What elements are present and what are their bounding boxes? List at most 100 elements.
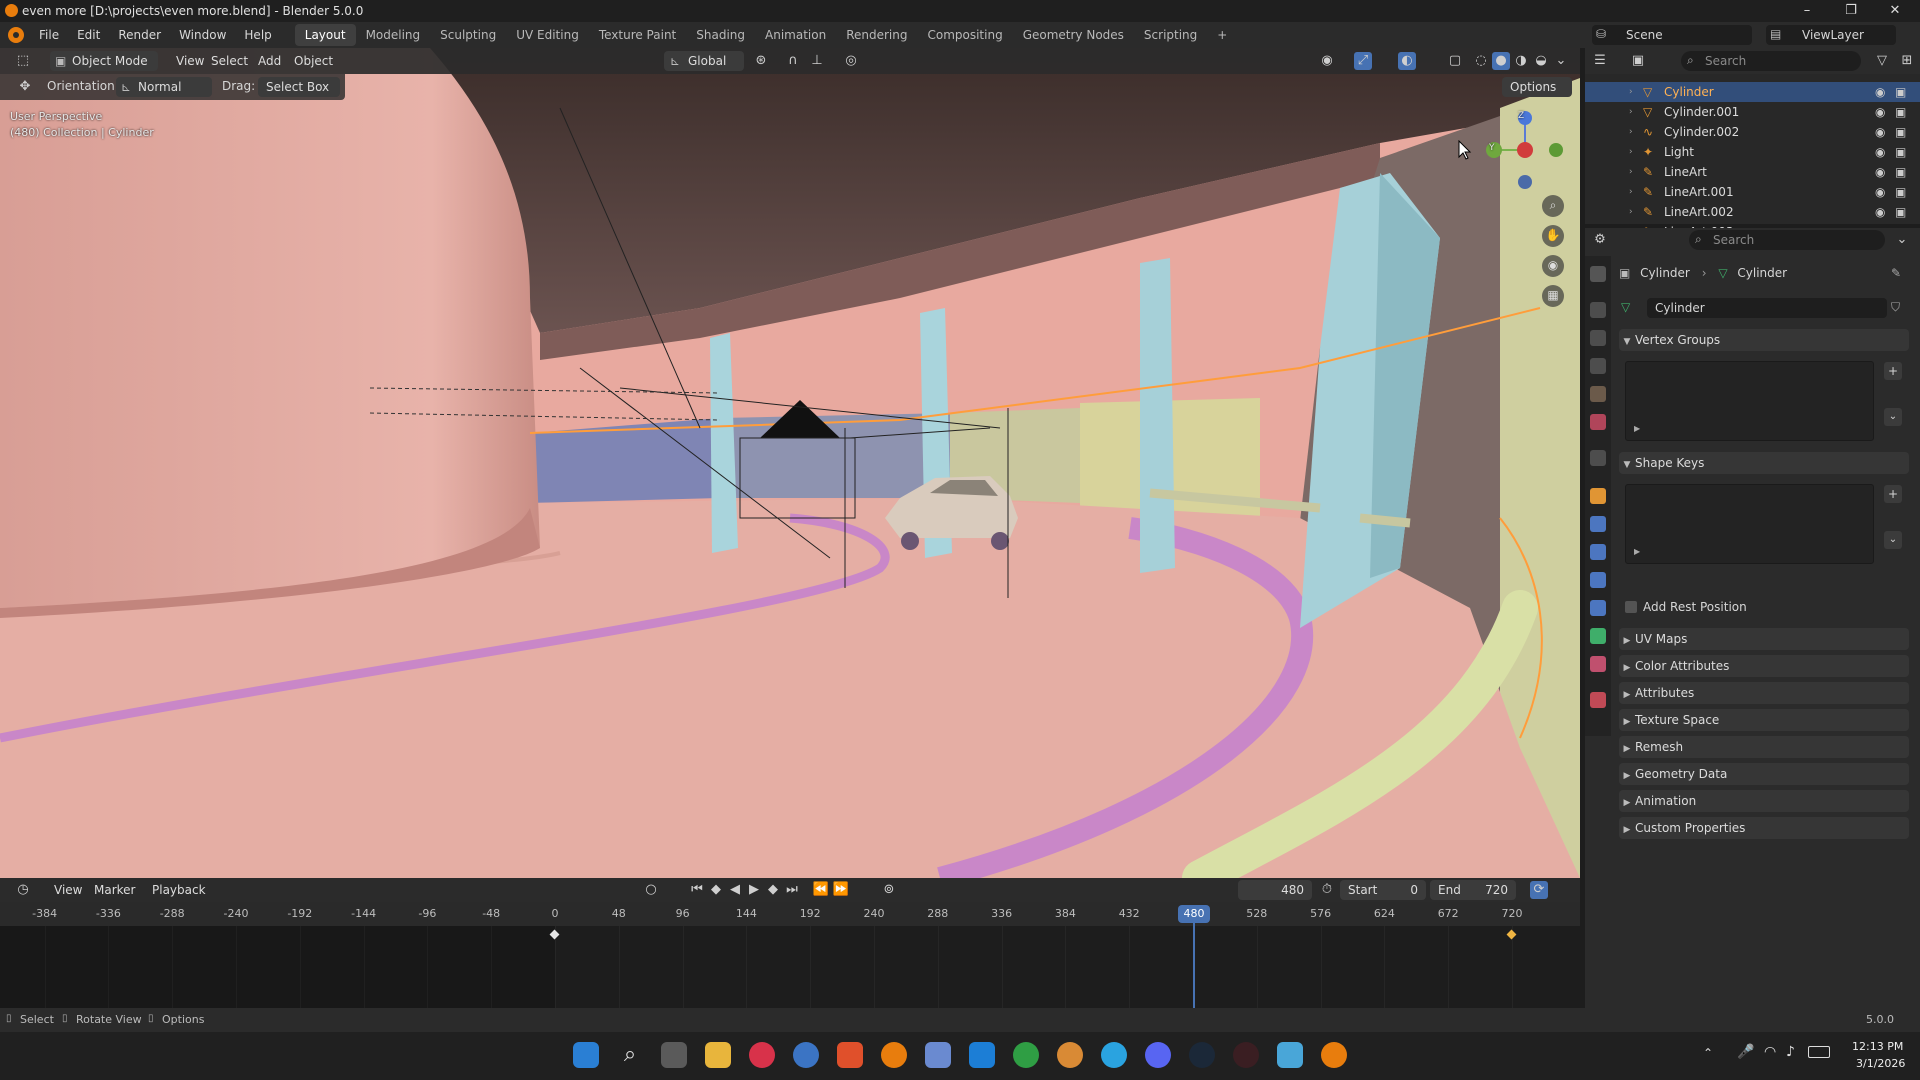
properties-options-icon[interactable]: ⌄	[1893, 231, 1911, 249]
panel-uv-maps[interactable]: ▶ UV Maps	[1619, 628, 1909, 650]
menu-help[interactable]: Help	[235, 22, 280, 48]
panel-texture-space[interactable]: ▶ Texture Space	[1619, 709, 1909, 731]
datablock-name-field[interactable]: Cylinder	[1647, 298, 1887, 318]
menu-window[interactable]: Window	[170, 22, 235, 48]
camera-icon[interactable]: ◉	[1545, 258, 1561, 274]
godot-icon[interactable]	[925, 1042, 951, 1068]
pin-icon[interactable]: ✎	[1891, 263, 1901, 283]
tab-compositing[interactable]: Compositing	[917, 24, 1012, 46]
filter-icon[interactable]: ▽	[1873, 52, 1891, 70]
battery-icon[interactable]	[1808, 1046, 1830, 1058]
brave-icon[interactable]	[837, 1042, 863, 1068]
overlay-toggle-icon[interactable]: ◐	[1398, 52, 1416, 70]
gizmo-toggle-icon[interactable]: ⤢	[1354, 52, 1372, 70]
material-tab-icon[interactable]	[1590, 656, 1606, 672]
tab-scripting[interactable]: Scripting	[1134, 24, 1207, 46]
maximize-button[interactable]: ❐	[1828, 0, 1874, 22]
scene-selector[interactable]: ⛁ Scene	[1592, 25, 1752, 45]
tab-uv-editing[interactable]: UV Editing	[506, 24, 589, 46]
tab-layout[interactable]: Layout	[294, 24, 356, 46]
properties-editor-icon[interactable]: ⚙	[1591, 231, 1609, 249]
file-explorer-icon[interactable]	[705, 1042, 731, 1068]
playhead-frame-indicator[interactable]: 480	[1178, 905, 1210, 923]
transform-orientation-dropdown[interactable]: ⊾ Global	[664, 51, 744, 71]
outliner-editor-icon[interactable]: ☰	[1591, 52, 1609, 70]
play-reverse-icon[interactable]: ◀	[726, 881, 744, 899]
task-view-icon[interactable]	[661, 1042, 687, 1068]
outliner-item[interactable]: › ✎ LineArt.002 ◉ ▣	[1585, 202, 1920, 222]
panel-custom-properties[interactable]: ▶ Custom Properties	[1619, 817, 1909, 839]
panel-shape-keys[interactable]: ▼ Shape Keys	[1619, 452, 1909, 474]
tab-sculpting[interactable]: Sculpting	[430, 24, 506, 46]
expand-chevron-icon[interactable]: ›	[1629, 142, 1633, 162]
tab-rendering[interactable]: Rendering	[836, 24, 917, 46]
pivot-icon[interactable]: ⊛	[752, 52, 770, 70]
collection-tab-icon[interactable]	[1590, 450, 1606, 466]
add-rest-position-checkbox[interactable]	[1625, 601, 1637, 613]
timeline-menu-view[interactable]: View	[46, 880, 90, 900]
tab-animation[interactable]: Animation	[755, 24, 836, 46]
blender-menu-icon[interactable]	[8, 27, 24, 43]
add-workspace-button[interactable]: +	[1207, 24, 1237, 46]
prev-frame-icon[interactable]: ⏪	[812, 881, 830, 899]
viewport-menu-select[interactable]: Select	[203, 51, 256, 71]
wireframe-shading-icon[interactable]: ◌	[1472, 52, 1490, 70]
outliner-item[interactable]: › ✎ LineArt.001 ◉ ▣	[1585, 182, 1920, 202]
viewport-options-button[interactable]: Options	[1502, 77, 1572, 97]
taskbar-date[interactable]: 3/1/2026	[1856, 1057, 1905, 1070]
tab-geometry-nodes[interactable]: Geometry Nodes	[1013, 24, 1134, 46]
record-icon[interactable]: ○	[642, 881, 660, 899]
playhead-line[interactable]	[1193, 915, 1195, 1008]
eye-icon[interactable]: ◉	[1875, 202, 1885, 222]
opera-icon[interactable]	[749, 1042, 775, 1068]
tray-chevron-up-icon[interactable]: ⌃	[1703, 1046, 1713, 1060]
shape-key-menu-chevron-icon[interactable]: ⌄	[1884, 531, 1902, 549]
timeline-menu-playback[interactable]: Playback	[144, 880, 214, 900]
prev-keyframe-icon[interactable]: ◆	[707, 881, 725, 899]
render-camera-icon[interactable]: ▣	[1895, 182, 1906, 202]
panel-remesh[interactable]: ▶ Remesh	[1619, 736, 1909, 758]
render-camera-icon[interactable]: ▣	[1895, 202, 1906, 222]
proportional-edit-icon[interactable]: ◎	[842, 52, 860, 70]
add-vertex-group-button[interactable]: +	[1884, 362, 1902, 380]
shape-keys-list[interactable]: ▶	[1625, 484, 1874, 564]
preview-range-clock-icon[interactable]: ⏱	[1318, 881, 1336, 899]
visibility-icon[interactable]: ◉	[1318, 52, 1336, 70]
shading-options-icon[interactable]: ⌄	[1552, 52, 1570, 70]
snap-target-icon[interactable]: ⊥	[808, 52, 826, 70]
tab-texture-paint[interactable]: Texture Paint	[589, 24, 686, 46]
wifi-icon[interactable]: ◠	[1764, 1044, 1776, 1060]
panel-vertex-groups[interactable]: ▼ Vertex Groups	[1619, 329, 1909, 351]
panel-geometry-data[interactable]: ▶ Geometry Data	[1619, 763, 1909, 785]
snap-magnet-icon[interactable]: ∩	[784, 52, 802, 70]
minimize-button[interactable]: –	[1784, 0, 1830, 22]
davinci-icon[interactable]	[1233, 1042, 1259, 1068]
qbittorrent-icon[interactable]	[793, 1042, 819, 1068]
output-tab-icon[interactable]	[1590, 330, 1606, 346]
vertex-groups-list[interactable]: ▶	[1625, 361, 1874, 441]
panel-color-attributes[interactable]: ▶ Color Attributes	[1619, 655, 1909, 677]
render-camera-icon[interactable]: ▣	[1895, 122, 1906, 142]
vscode-icon[interactable]	[969, 1042, 995, 1068]
gimp-icon[interactable]	[1057, 1042, 1083, 1068]
render-camera-icon[interactable]: ▣	[1895, 162, 1906, 182]
modifier-tab-icon[interactable]	[1590, 516, 1606, 532]
current-frame-field[interactable]: 480	[1238, 880, 1312, 900]
menu-edit[interactable]: Edit	[68, 22, 109, 48]
expand-chevron-icon[interactable]: ›	[1629, 122, 1633, 142]
eye-icon[interactable]: ◉	[1875, 102, 1885, 122]
render-camera-icon[interactable]: ▣	[1895, 102, 1906, 122]
editor-type-icon[interactable]: ⬚	[14, 52, 32, 70]
3d-viewport[interactable]: Z Y ⌕ ✋ ◉ ▦ User Perspective (480) Colle…	[0, 48, 1580, 878]
taskbar-time[interactable]: 12:13 PM	[1852, 1040, 1903, 1053]
world-tab-icon[interactable]	[1590, 414, 1606, 430]
close-button[interactable]: ✕	[1872, 0, 1918, 22]
physics-tab-icon[interactable]	[1590, 572, 1606, 588]
display-mode-icon[interactable]: ▣	[1629, 52, 1647, 70]
tab-modeling[interactable]: Modeling	[356, 24, 431, 46]
start-frame-field[interactable]: Start 0	[1340, 880, 1426, 900]
eye-icon[interactable]: ◉	[1875, 122, 1885, 142]
view-layer-selector[interactable]: ▤ ViewLayer	[1766, 25, 1896, 45]
render-camera-icon[interactable]: ▣	[1895, 82, 1906, 102]
render-camera-icon[interactable]: ▣	[1895, 142, 1906, 162]
